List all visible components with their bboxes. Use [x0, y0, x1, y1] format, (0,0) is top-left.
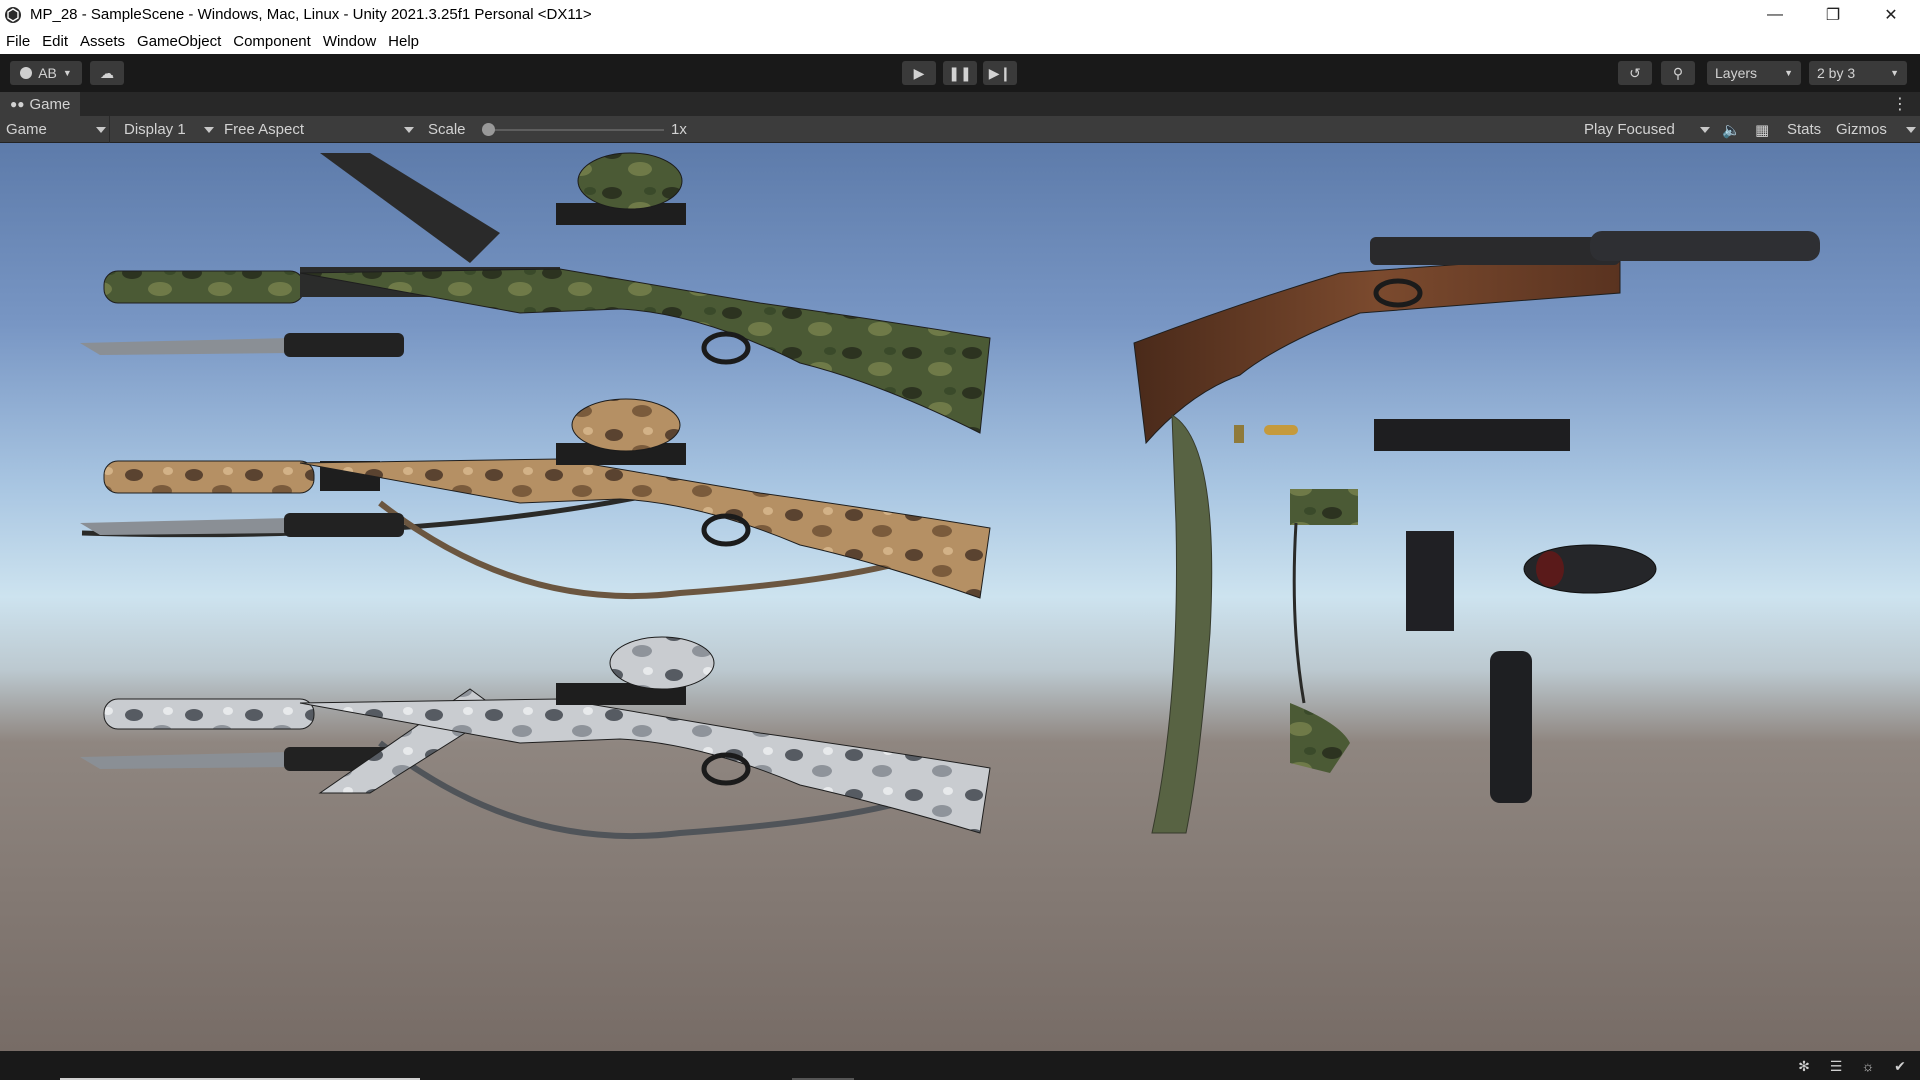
search-button[interactable]: ⚲ [1661, 61, 1695, 85]
aspect-label: Free Aspect [224, 121, 305, 138]
gamepad-icon: ●● [10, 97, 25, 111]
chevron-down-icon: ▼ [1890, 68, 1899, 78]
play-focused-label: Play Focused [1584, 121, 1675, 138]
cloud-icon: ☁ [100, 64, 114, 81]
menu-help[interactable]: Help [382, 33, 425, 50]
minimize-icon: — [1767, 5, 1783, 23]
stats-button[interactable]: Stats [1787, 116, 1821, 143]
cloud-button[interactable]: ☁ [90, 61, 124, 85]
account-dropdown[interactable]: AB ▼ [10, 61, 82, 85]
gizmos-label: Gizmos [1836, 121, 1887, 138]
scale-value: 1x [671, 121, 687, 138]
chevron-down-icon [1700, 127, 1710, 133]
tab-bar: ●● Game ⋮ [0, 92, 1920, 116]
title-bar: MP_28 - SampleScene - Windows, Mac, Linu… [0, 0, 1920, 29]
menu-component[interactable]: Component [227, 33, 317, 50]
tab-game[interactable]: ●● Game [0, 92, 81, 116]
menu-assets[interactable]: Assets [74, 33, 131, 50]
layout-label: 2 by 3 [1817, 65, 1856, 81]
scale-slider-thumb[interactable] [482, 123, 495, 136]
pause-button[interactable]: ❚❚ [943, 61, 977, 85]
parts-group [1151, 414, 1657, 834]
account-icon [20, 67, 33, 79]
check-icon[interactable]: ✔ [1892, 1058, 1908, 1074]
close-icon: ✕ [1884, 6, 1898, 24]
more-options-icon[interactable]: ⋮ [1892, 94, 1908, 114]
close-button[interactable]: ✕ [1862, 0, 1920, 29]
step-icon: ▶❙ [988, 64, 1012, 81]
gizmos-button[interactable]: Gizmos [1836, 116, 1920, 143]
layers-dropdown[interactable]: Layers ▼ [1707, 61, 1801, 85]
play-focused-dropdown[interactable]: Play Focused [1584, 116, 1710, 143]
unity-logo-icon [5, 6, 21, 23]
gun-wooden [1133, 231, 1820, 445]
status-bar: ✻ ☰ ☼ ✔ [0, 1051, 1920, 1080]
layers-stack-icon[interactable]: ☰ [1828, 1058, 1844, 1074]
history-icon: ↺ [1629, 64, 1641, 81]
speaker-icon: 🔈 [1722, 121, 1741, 139]
chevron-down-icon [204, 127, 214, 133]
restore-button[interactable]: ❐ [1804, 0, 1862, 29]
menu-gameobject[interactable]: GameObject [131, 33, 227, 50]
play-button[interactable]: ▶ [902, 61, 936, 85]
restore-icon: ❐ [1825, 6, 1841, 24]
layout-dropdown[interactable]: 2 by 3 ▼ [1809, 61, 1907, 85]
gun-desert-camo [80, 398, 991, 600]
window-title: MP_28 - SampleScene - Windows, Mac, Linu… [30, 6, 592, 23]
menu-window[interactable]: Window [317, 33, 382, 50]
scale-slider[interactable] [478, 116, 664, 143]
menu-file[interactable]: File [0, 33, 36, 50]
keyboard-shortcuts-button[interactable]: ▦ [1755, 116, 1769, 143]
menu-edit[interactable]: Edit [36, 33, 74, 50]
tab-label: Game [29, 95, 71, 113]
chevron-down-icon: ▼ [1784, 68, 1793, 78]
debug-icon[interactable]: ✻ [1796, 1058, 1812, 1074]
chevron-down-icon [404, 127, 414, 133]
step-button[interactable]: ▶❙ [983, 61, 1017, 85]
main-toolbar: AB ▼ ☁ ▶ ❚❚ ▶❙ ↺ ⚲ Layers ▼ 2 by 3 ▼ [0, 54, 1920, 92]
scale-label: Scale [428, 121, 466, 138]
mode-label: Game [6, 121, 47, 138]
game-toolbar: Game Display 1 Free Aspect Scale 1x Play… [0, 116, 1920, 143]
scene-render [80, 152, 1820, 840]
pause-icon: ❚❚ [948, 64, 972, 81]
chevron-down-icon [96, 127, 106, 133]
gun-snow-camo [80, 636, 991, 840]
scale-slider-track [482, 129, 664, 131]
account-label: AB [38, 65, 57, 81]
chevron-down-icon: ▼ [62, 68, 72, 78]
search-icon: ⚲ [1672, 64, 1684, 81]
menu-bar: File Edit Assets GameObject Component Wi… [0, 29, 1920, 54]
mute-audio-button[interactable]: 🔈 [1722, 116, 1741, 143]
chevron-down-icon [1906, 127, 1916, 133]
undo-history-button[interactable]: ↺ [1618, 61, 1652, 85]
play-icon: ▶ [913, 64, 925, 81]
aspect-dropdown[interactable]: Free Aspect [218, 116, 418, 143]
mode-dropdown[interactable]: Game [0, 116, 110, 143]
display-label: Display 1 [124, 121, 186, 138]
minimize-button[interactable]: — [1746, 0, 1804, 29]
layers-label: Layers [1715, 65, 1758, 81]
display-dropdown[interactable]: Display 1 [118, 116, 218, 143]
game-viewport[interactable] [0, 143, 1920, 1051]
lighting-icon[interactable]: ☼ [1860, 1058, 1876, 1074]
grid-icon: ▦ [1755, 121, 1770, 139]
